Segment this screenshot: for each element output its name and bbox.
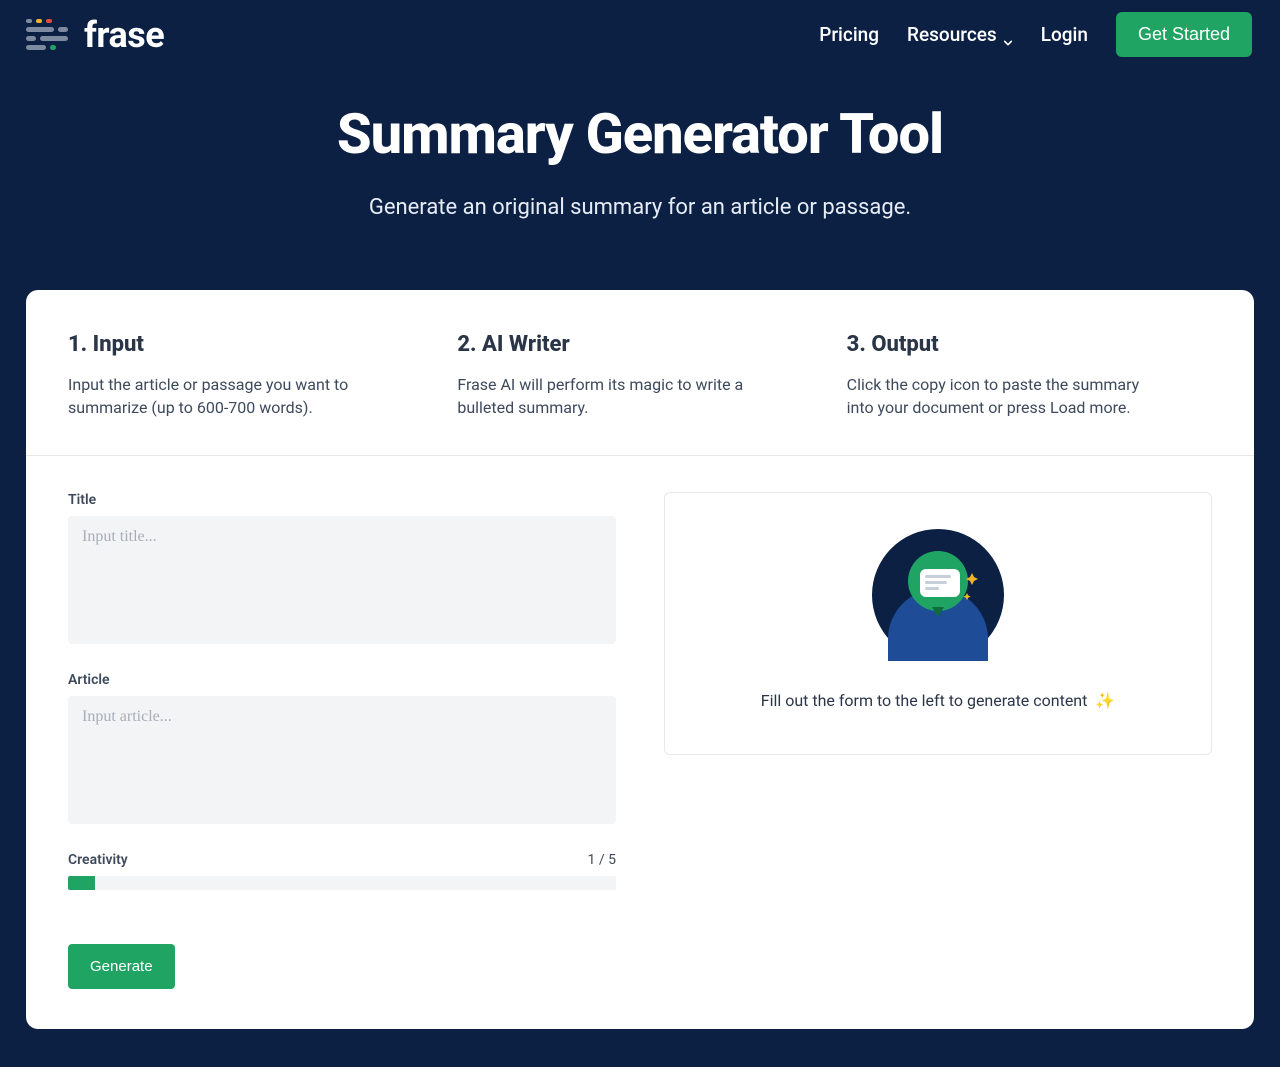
creativity-group: Creativity 1 / 5 (68, 852, 616, 890)
tool-card: 1. Input Input the article or passage yo… (26, 290, 1254, 1029)
creativity-slider[interactable] (68, 876, 616, 890)
tool-panel: Title Article Creativity 1 / 5 Generate (26, 456, 1254, 1029)
title-input[interactable] (68, 516, 616, 644)
title-label: Title (68, 492, 616, 508)
page-title: Summary Generator Tool (20, 101, 1260, 167)
creativity-value: 1 / 5 (588, 852, 616, 868)
step-desc: Frase AI will perform its magic to write… (457, 373, 777, 419)
brand-name: frase (84, 14, 164, 56)
step-ai-writer: 2. AI Writer Frase AI will perform its m… (457, 332, 822, 419)
creativity-label: Creativity (68, 852, 128, 868)
title-group: Title (68, 492, 616, 648)
chevron-down-icon (1003, 30, 1013, 40)
logo-icon (24, 13, 72, 57)
steps-row: 1. Input Input the article or passage yo… (26, 290, 1254, 456)
article-label: Article (68, 672, 616, 688)
output-prompt-text: Fill out the form to the left to generat… (761, 691, 1088, 710)
output-box: Fill out the form to the left to generat… (664, 492, 1212, 755)
get-started-button[interactable]: Get Started (1116, 12, 1252, 57)
output-prompt: Fill out the form to the left to generat… (685, 691, 1191, 710)
step-output: 3. Output Click the copy icon to paste t… (847, 332, 1212, 419)
input-form: Title Article Creativity 1 / 5 Generate (68, 492, 616, 989)
generate-button[interactable]: Generate (68, 944, 175, 989)
step-input: 1. Input Input the article or passage yo… (68, 332, 433, 419)
output-panel: Fill out the form to the left to generat… (664, 492, 1212, 989)
top-nav: Pricing Resources Login Get Started (819, 12, 1252, 57)
step-desc: Click the copy icon to paste the summary… (847, 373, 1167, 419)
nav-resources-label: Resources (907, 23, 997, 46)
article-input[interactable] (68, 696, 616, 824)
bot-icon (872, 529, 1004, 661)
nav-resources[interactable]: Resources (907, 23, 1013, 46)
nav-login[interactable]: Login (1041, 23, 1088, 46)
logo[interactable]: frase (24, 13, 164, 57)
site-header: frase Pricing Resources Login Get Starte… (0, 0, 1280, 69)
page-subtitle: Generate an original summary for an arti… (20, 195, 1260, 220)
nav-pricing[interactable]: Pricing (819, 23, 879, 46)
sparkle-icon: ✨ (1095, 691, 1115, 710)
creativity-slider-fill (68, 876, 95, 890)
step-title: 1. Input (68, 332, 433, 357)
article-group: Article (68, 672, 616, 828)
step-desc: Input the article or passage you want to… (68, 373, 388, 419)
step-title: 2. AI Writer (457, 332, 822, 357)
step-title: 3. Output (847, 332, 1212, 357)
hero: Summary Generator Tool Generate an origi… (0, 69, 1280, 290)
